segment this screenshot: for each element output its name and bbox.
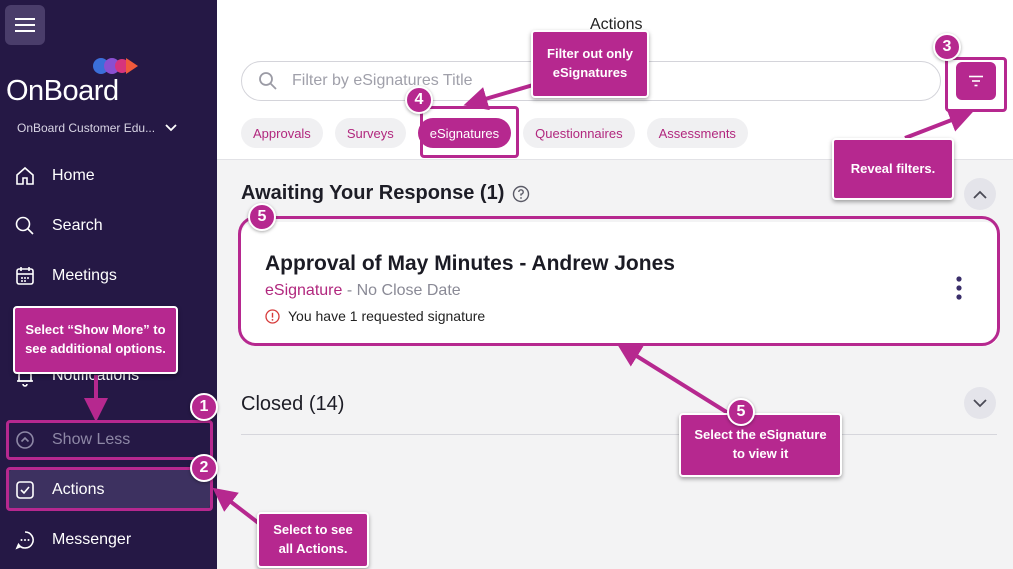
chip-questionnaires[interactable]: Questionnaires — [523, 118, 635, 148]
card-close-info: - No Close Date — [342, 282, 461, 299]
sidebar-item-messenger[interactable]: Messenger — [14, 529, 131, 551]
awaiting-title: Awaiting Your Response (1) — [241, 182, 505, 204]
sidebar-item-label: Show Less — [52, 431, 131, 448]
help-icon[interactable] — [512, 185, 530, 203]
closed-title: Closed (14) — [241, 393, 345, 415]
chevron-down-icon — [973, 398, 987, 407]
kebab-menu-icon[interactable] — [953, 274, 965, 302]
sidebar-item-meetings[interactable]: Meetings — [14, 265, 117, 287]
awaiting-section-header: Awaiting Your Response (1) — [241, 182, 530, 205]
sidebar-item-label: Messenger — [52, 531, 132, 548]
chevron-up-circle-icon — [16, 431, 34, 449]
chip-approvals[interactable]: Approvals — [241, 118, 323, 148]
bell-icon — [17, 368, 33, 387]
sidebar-item-label: Notifications — [52, 367, 140, 384]
filter-button[interactable] — [956, 62, 996, 100]
chevron-down-icon — [165, 124, 177, 132]
section-divider — [241, 434, 997, 435]
page-title: Actions — [590, 16, 643, 33]
card-subtitle: eSignature - No Close Date — [265, 282, 461, 300]
home-icon — [16, 166, 34, 185]
collapse-awaiting-button[interactable] — [964, 178, 996, 210]
sidebar-item-show-less[interactable]: Show Less — [14, 429, 130, 451]
hamburger-icon — [15, 18, 35, 32]
checkbox-icon — [16, 481, 34, 499]
chat-icon — [15, 531, 34, 550]
sidebar-item-home[interactable]: Home — [14, 165, 95, 187]
brand-name: OnBoard — [6, 75, 119, 107]
sidebar-item-actions[interactable]: Actions — [14, 479, 104, 501]
chip-assessments[interactable]: Assessments — [646, 118, 748, 148]
org-name: OnBoard Customer Edu... — [17, 121, 156, 135]
logo-dots-icon — [93, 58, 138, 74]
filter-icon — [969, 75, 983, 87]
alert-icon — [265, 308, 280, 324]
sidebar: OnBoard OnBoard Customer Edu... Home Sea… — [0, 0, 217, 569]
filter-chips: Approvals Surveys eSignatures Questionna… — [241, 118, 748, 148]
calendar-icon — [16, 267, 34, 285]
sidebar-item-label: Actions — [52, 481, 105, 498]
hamburger-menu-button[interactable] — [5, 5, 45, 45]
chip-surveys[interactable]: Surveys — [334, 118, 406, 148]
card-request: You have 1 requested signature — [265, 308, 485, 324]
search-icon — [259, 72, 277, 90]
request-text: You have 1 requested signature — [288, 308, 486, 324]
card-type: eSignature — [265, 282, 343, 299]
sidebar-item-label: Home — [52, 167, 95, 184]
card-title: Approval of May Minutes - Andrew Jones — [265, 252, 675, 275]
chip-esignatures[interactable]: eSignatures — [417, 118, 512, 148]
search-placeholder: Filter by eSignatures Title — [292, 72, 473, 89]
sidebar-item-search[interactable]: Search — [14, 215, 103, 237]
closed-section-header: Closed (14) — [241, 393, 344, 416]
sidebar-item-label: Meetings — [52, 267, 117, 284]
sidebar-item-label: Search — [52, 217, 103, 234]
search-icon — [15, 216, 34, 235]
search-field[interactable]: Filter by eSignatures Title — [241, 61, 941, 101]
top-bar: Actions Filter by eSignatures Title Appr… — [217, 0, 1013, 160]
sidebar-item-notifications[interactable]: Notifications — [14, 365, 139, 387]
chevron-up-icon — [973, 190, 987, 199]
esignature-card[interactable]: Approval of May Minutes - Andrew Jones e… — [241, 222, 999, 346]
expand-closed-button[interactable] — [964, 387, 996, 419]
org-selector[interactable]: OnBoard Customer Edu... — [17, 121, 177, 135]
main-content: Actions Filter by eSignatures Title Appr… — [217, 0, 1013, 569]
